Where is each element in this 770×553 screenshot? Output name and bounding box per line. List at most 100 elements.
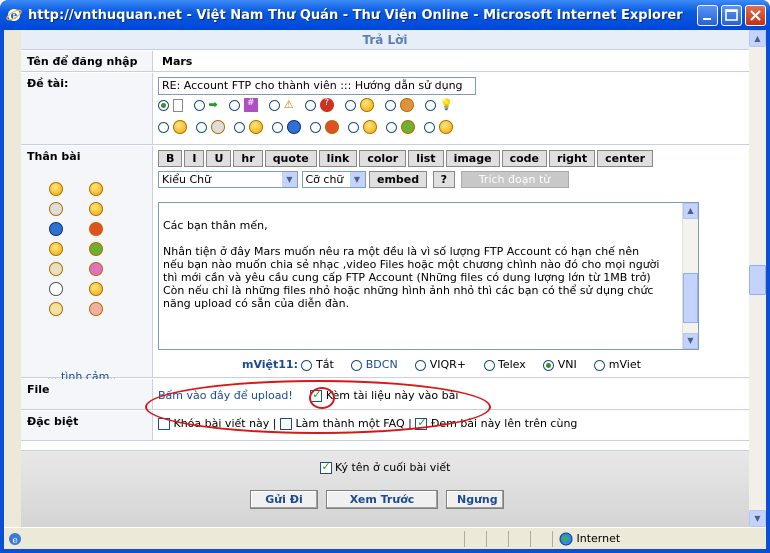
italic-button[interactable]: I — [184, 150, 205, 167]
bold-button[interactable]: B — [158, 150, 183, 167]
maximize-icon — [725, 9, 738, 21]
submit-area: Ký tên ở cuối bài viết Gửi Đi Xem Trước … — [21, 450, 749, 527]
tongue-icon — [362, 120, 377, 134]
typing-mode-radio[interactable] — [483, 359, 495, 371]
close-button[interactable] — [745, 5, 766, 26]
body-row: Thân bài ... tình cảm.. BIUhrquoteli — [21, 146, 749, 383]
post-icon-radio[interactable] — [272, 121, 283, 133]
link-button[interactable]: link — [318, 150, 358, 167]
code-button[interactable]: code — [501, 150, 547, 167]
subject-input[interactable]: RE: Account FTP cho thành viên ::: Hướng… — [158, 77, 476, 95]
post-icon-radio[interactable] — [345, 99, 357, 111]
svg-text:e: e — [12, 536, 17, 546]
post-icon-radio[interactable] — [424, 121, 435, 133]
typing-mode-option: BDCN — [365, 358, 398, 371]
shock-icon[interactable] — [49, 282, 63, 296]
post-icon-radio[interactable] — [386, 121, 397, 133]
typing-mode-option: Telex — [498, 358, 526, 371]
post-icon-radio[interactable] — [196, 121, 207, 133]
angry-icon[interactable] — [89, 222, 103, 236]
form-header: Trả Lời — [21, 30, 749, 50]
center-align-button[interactable]: center — [597, 150, 654, 167]
body-line: thì mới cần và yêu cầu cung cấp FTP Acco… — [163, 271, 651, 284]
confused-icon[interactable] — [89, 282, 103, 296]
underline-button[interactable]: U — [206, 150, 232, 167]
scroll-down-icon[interactable]: ▼ — [749, 510, 766, 527]
message-body-input[interactable]: Các bạn thân mến, Nhân tiện ở đây Mars m… — [158, 202, 699, 350]
post-icon-radio[interactable] — [348, 121, 359, 133]
wink-icon[interactable] — [89, 202, 103, 216]
format-toolbar: B I Uhr quote link color list image code right cen… — [158, 150, 745, 170]
embed-button[interactable]: embed — [369, 171, 428, 188]
post-icon-radio[interactable] — [229, 99, 241, 111]
post-icon-radio[interactable] — [425, 99, 437, 111]
body-line: Còn nếu chỉ là những files nhỏ hoặc nhữn… — [163, 284, 654, 297]
typing-mode-radio[interactable] — [543, 359, 555, 371]
post-icon-radio[interactable] — [234, 121, 245, 133]
page-scrollbar[interactable]: ▲ ▼ — [749, 30, 766, 527]
blank-icon[interactable] — [49, 262, 63, 276]
file-label: File — [21, 379, 153, 409]
typing-mode-radio[interactable] — [351, 359, 363, 371]
post-icon-radio[interactable] — [158, 121, 169, 133]
laugh-icon[interactable] — [89, 182, 103, 196]
stop-button[interactable]: Ngưng — [446, 490, 504, 509]
size-select[interactable]: Cỡ chữ ▼ — [301, 171, 366, 188]
scroll-up-icon[interactable]: ▲ — [749, 30, 766, 47]
color-button[interactable]: color — [359, 150, 407, 167]
right-align-button[interactable]: right — [548, 150, 596, 167]
minimize-button[interactable] — [697, 5, 718, 26]
typing-mode-option: VIQR+ — [429, 358, 466, 371]
laugh-icon — [172, 120, 187, 134]
post-icon-radio[interactable] — [385, 99, 397, 111]
textarea-scrollbar[interactable]: ▲ ▼ — [682, 203, 698, 349]
page-scroll-thumb[interactable] — [749, 265, 766, 295]
preview-button[interactable]: Xem Trước — [326, 490, 438, 509]
typing-mode-radio[interactable] — [301, 359, 313, 371]
post-icon-radio[interactable] — [305, 99, 317, 111]
post-icon-row-1: ➡ # ⚠ ? 💡 — [158, 98, 745, 118]
typing-mode-option: Tắt — [315, 358, 334, 371]
typing-mode-radio[interactable] — [594, 359, 606, 371]
typing-mode-radio[interactable] — [415, 359, 427, 371]
font-toolbar: Kiểu Chữ ▼ Cỡ chữ ▼ embed ? Trích đoạn từ — [158, 171, 745, 191]
love-icon[interactable] — [89, 262, 103, 276]
security-zone: Internet — [552, 531, 762, 547]
sick-icon[interactable] — [89, 242, 103, 256]
help-button[interactable]: ? — [432, 171, 456, 188]
font-select[interactable]: Kiểu Chữ ▼ — [158, 171, 298, 188]
sad-icon[interactable] — [49, 222, 63, 236]
window-title: http://vnthuquan.net - Việt Nam Thư Quán… — [28, 8, 683, 23]
blush-icon[interactable] — [89, 302, 103, 316]
post-icon-radio[interactable] — [310, 121, 321, 133]
smile-icon — [248, 120, 263, 134]
tongue-icon[interactable] — [49, 242, 63, 256]
globe-icon — [559, 532, 573, 546]
quote-button[interactable]: quote — [264, 150, 317, 167]
post-icon-radio[interactable] — [194, 99, 205, 111]
body-line: Các bạn thân mến, — [163, 219, 268, 232]
maximize-button[interactable] — [721, 5, 742, 26]
scroll-up-icon[interactable]: ▲ — [683, 203, 698, 219]
hr-button[interactable]: hr — [233, 150, 263, 167]
body-label: Thân bài — [27, 150, 81, 163]
signature-checkbox[interactable] — [319, 460, 332, 474]
document-icon — [172, 98, 183, 112]
username-row: Tên để đăng nhập Mars — [21, 51, 749, 72]
scroll-thumb[interactable] — [683, 273, 698, 323]
list-button[interactable]: list — [408, 150, 444, 167]
page-icon: e — [9, 533, 21, 546]
submit-button[interactable]: Gửi Đi — [250, 490, 318, 509]
scroll-down-icon[interactable]: ▼ — [683, 333, 698, 349]
body-line: năng upload có sẵn của diễn đàn. — [163, 297, 350, 310]
chevron-down-icon: ▼ — [282, 172, 297, 187]
angry-icon — [324, 120, 339, 134]
eyes-icon[interactable] — [49, 302, 63, 316]
image-button[interactable]: image — [445, 150, 500, 167]
smile-icon[interactable] — [49, 182, 63, 196]
quote-selection-button[interactable]: Trích đoạn từ — [460, 171, 569, 188]
cool-icon[interactable] — [49, 202, 63, 216]
post-icon-radio[interactable] — [158, 99, 169, 111]
post-icon-radio[interactable] — [269, 99, 281, 111]
hash-icon: # — [243, 98, 258, 112]
